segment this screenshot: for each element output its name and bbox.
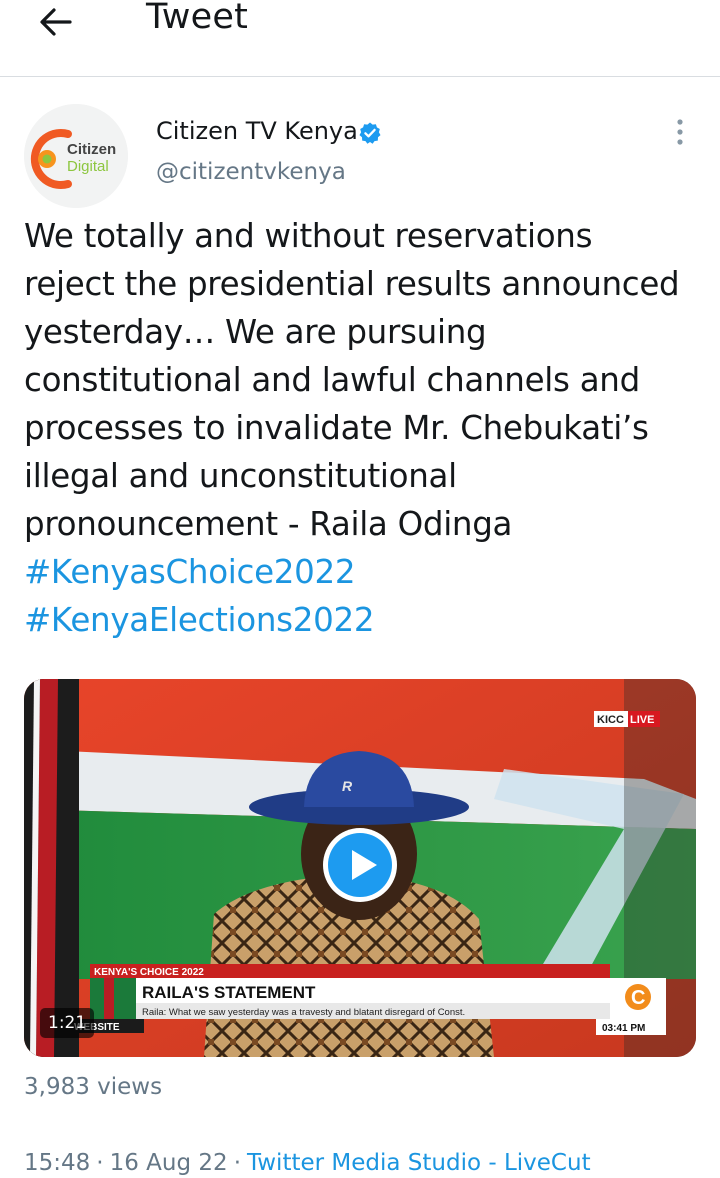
tweet-line: pronouncement - Raila Odinga [24,505,513,543]
video-duration: 1:21 [40,1008,95,1038]
headline-text: RAILA'S STATEMENT [142,983,316,1002]
live-badge: LIVE [630,714,654,726]
play-button[interactable] [321,826,399,904]
ticker-text: Raila: What we saw yesterday was a trave… [142,1007,465,1018]
page-title: Tweet [146,0,249,37]
play-icon [323,828,397,902]
avatar-text-digital: Digital [67,158,109,175]
author-display-name[interactable]: Citizen TV Kenya [156,117,358,145]
svg-text:R: R [342,778,353,794]
tweet-line: yesterday… We are pursuing [24,313,487,351]
tweet-line: processes to invalidate Mr. Chebukati’s [24,409,649,447]
hashtag-link[interactable]: #KenyaElections2022 [24,596,704,644]
tweet-text: We totally and without reservations reje… [24,212,704,644]
tweet-source-link[interactable]: Twitter Media Studio - LiveCut [247,1150,591,1176]
kicc-label: KICC [597,714,624,726]
channel-logo: C [631,987,645,1009]
avatar[interactable]: Citizen Digital [24,104,128,208]
show-label: KENYA'S CHOICE 2022 [94,967,204,978]
tweet-line: illegal and unconstitutional [24,457,457,495]
tweet-date: 16 Aug 22 [109,1150,228,1176]
tweet-line: We totally and without reservations [24,217,593,255]
app-header: Tweet [0,0,720,77]
views-count: 3,983 views [24,1074,163,1100]
clock-text: 03:41 PM [602,1023,645,1034]
back-button[interactable] [36,2,76,42]
arrow-left-icon [40,8,72,36]
more-vertical-icon [677,119,683,145]
tweet-line: constitutional and lawful channels and [24,361,640,399]
citizen-digital-logo: Citizen Digital [24,104,128,208]
more-options-button[interactable] [668,117,692,149]
tweet-line: reject the presidential results announce… [24,265,680,303]
author-handle[interactable]: @citizentvkenya [156,159,346,185]
avatar-text-citizen: Citizen [67,141,116,158]
tweet-meta: 15:48 · 16 Aug 22 · Twitter Media Studio - L… [24,1150,591,1176]
hashtag-link[interactable]: #KenyasChoice2022 [24,548,704,596]
tweet-time: 15:48 [24,1150,91,1176]
verified-badge-icon [358,121,382,145]
